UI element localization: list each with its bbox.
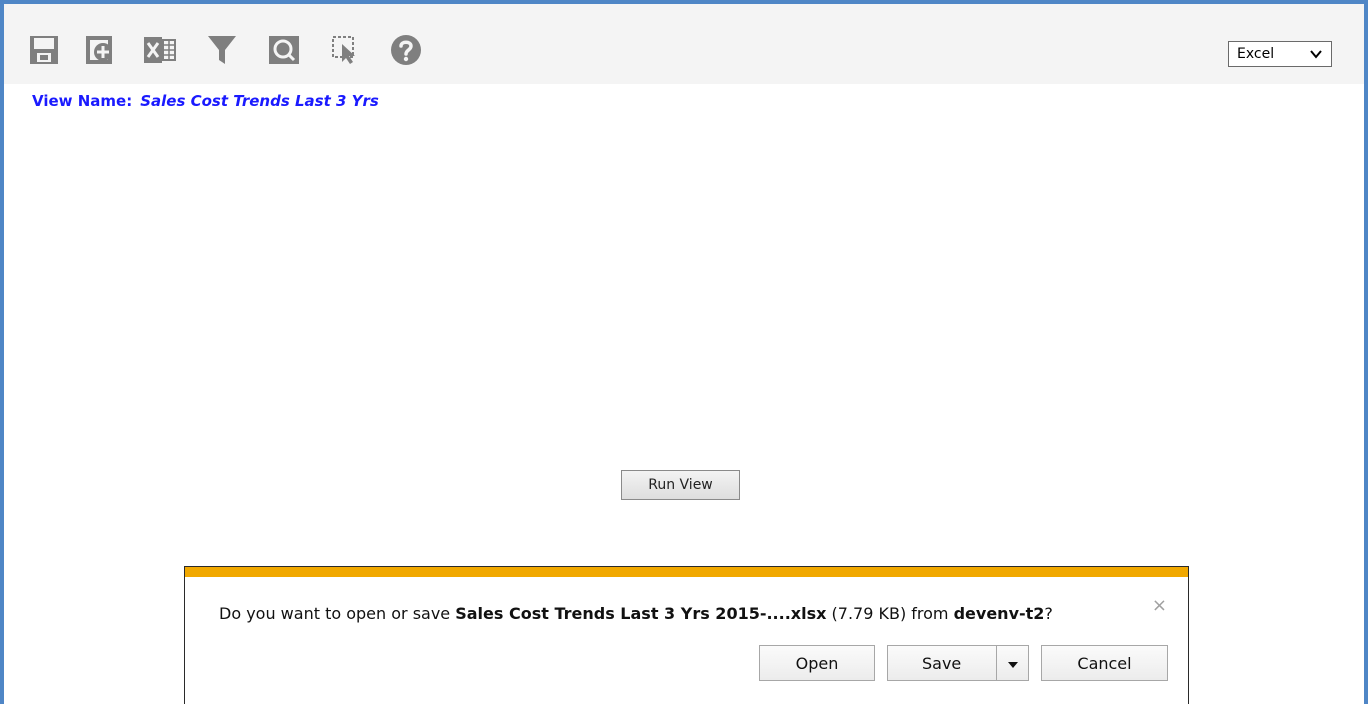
save-icon[interactable] <box>26 32 62 68</box>
run-view-button[interactable]: Run View <box>621 470 740 500</box>
download-source: devenv-t2 <box>953 604 1045 623</box>
download-filename: Sales Cost Trends Last 3 Yrs 2015-....xl… <box>455 604 827 623</box>
cancel-button[interactable]: Cancel <box>1041 645 1168 681</box>
filter-icon[interactable] <box>204 32 240 68</box>
add-view-icon[interactable] <box>82 32 118 68</box>
preview-icon[interactable] <box>266 32 302 68</box>
prompt-prefix: Do you want to open or save <box>219 604 456 623</box>
download-notification-bar: Do you want to open or save Sales Cost T… <box>184 566 1189 704</box>
export-format-select[interactable]: Excel <box>1228 41 1332 67</box>
toolbar: Excel <box>4 4 1364 84</box>
export-format-value: Excel <box>1237 46 1275 62</box>
select-pointer-icon[interactable] <box>328 32 364 68</box>
close-icon[interactable]: × <box>1152 595 1167 616</box>
help-icon[interactable] <box>388 32 424 68</box>
notification-accent-bar <box>185 567 1188 577</box>
view-name-value: Sales Cost Trends Last 3 Yrs <box>140 92 379 110</box>
view-name-label: View Name: <box>32 92 133 110</box>
caret-down-icon <box>1007 654 1019 673</box>
download-prompt-message: Do you want to open or save Sales Cost T… <box>219 604 1053 623</box>
save-button[interactable]: Save <box>887 645 997 681</box>
open-button[interactable]: Open <box>759 645 875 681</box>
excel-export-icon[interactable] <box>142 32 178 68</box>
view-name-heading: View Name: Sales Cost Trends Last 3 Yrs <box>32 92 379 110</box>
download-size: (7.79 KB) from <box>826 604 954 623</box>
prompt-suffix: ? <box>1044 604 1053 623</box>
chevron-down-icon <box>1309 47 1323 65</box>
save-options-button[interactable] <box>996 645 1029 681</box>
